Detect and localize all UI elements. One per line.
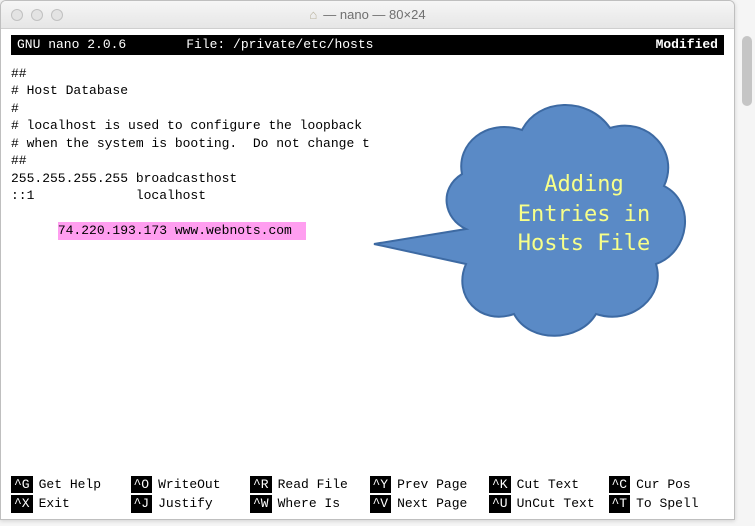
keycap: ^X bbox=[11, 495, 33, 513]
shortcut-label: Where Is bbox=[278, 495, 340, 513]
window-controls bbox=[11, 9, 63, 21]
nano-shortcut-bar: ^G Get Help ^O WriteOut ^R Read File ^Y Prev… bbox=[11, 474, 724, 513]
home-icon: ⌂ bbox=[309, 7, 317, 22]
keycap: ^T bbox=[609, 495, 631, 513]
file-line: ## bbox=[11, 152, 724, 170]
keycap: ^R bbox=[250, 476, 272, 494]
shortcut-label: Exit bbox=[39, 495, 70, 513]
file-line: ::1 localhost bbox=[11, 187, 724, 205]
keycap: ^C bbox=[609, 476, 631, 494]
keycap: ^O bbox=[131, 476, 153, 494]
shortcut-row: ^XExit ^JJustify ^WWhere Is ^VNext Page … bbox=[11, 495, 724, 513]
shortcut-label: Next Page bbox=[397, 495, 467, 513]
keycap: ^W bbox=[250, 495, 272, 513]
keycap: ^K bbox=[489, 476, 511, 494]
file-line: ## bbox=[11, 65, 724, 83]
file-line: # Host Database bbox=[11, 82, 724, 100]
shortcut-uncut-text[interactable]: ^U UnCut Text bbox=[489, 495, 605, 513]
file-line: # bbox=[11, 100, 724, 118]
terminal-window: ⌂ — nano — 80×24 GNU nano 2.0.6 File: /p… bbox=[0, 0, 735, 520]
nano-status: Modified bbox=[656, 36, 718, 54]
shortcut-prev-page[interactable]: ^Y Prev Page bbox=[370, 476, 486, 494]
shortcut-justify[interactable]: ^J Justify bbox=[131, 495, 247, 513]
shortcut-writeout[interactable]: ^O WriteOut bbox=[131, 476, 247, 494]
shortcut-label: Cur Pos bbox=[636, 476, 691, 494]
shortcut-to-spell[interactable]: ^T To Spell bbox=[609, 495, 725, 513]
highlighted-entry: 74.220.193.173 www.webnots.com bbox=[58, 222, 306, 240]
keycap: ^V bbox=[370, 495, 392, 513]
shortcut-cur-pos[interactable]: ^C Cur Pos bbox=[609, 476, 725, 494]
shortcut-read-file[interactable]: ^R Read File bbox=[250, 476, 366, 494]
window-title: ⌂ — nano — 80×24 bbox=[309, 7, 425, 22]
titlebar: ⌂ — nano — 80×24 bbox=[1, 1, 734, 29]
shortcut-label: Cut Text bbox=[517, 476, 579, 494]
minimize-icon[interactable] bbox=[31, 9, 43, 21]
shortcut-get-help[interactable]: ^G Get Help bbox=[11, 476, 127, 494]
shortcut-label: Justify bbox=[158, 495, 213, 513]
shortcut-label: To Spell bbox=[636, 495, 698, 513]
close-icon[interactable] bbox=[11, 9, 23, 21]
nano-version: GNU nano 2.0.6 bbox=[17, 36, 186, 54]
shortcut-exit[interactable]: ^X Exit bbox=[11, 495, 127, 513]
keycap: ^J bbox=[131, 495, 153, 513]
terminal-body[interactable]: GNU nano 2.0.6 File: /private/etc/hosts … bbox=[1, 29, 734, 519]
file-line: # localhost is used to configure the loo… bbox=[11, 117, 724, 135]
shortcut-where-is[interactable]: ^W Where Is bbox=[250, 495, 366, 513]
shortcut-label: WriteOut bbox=[158, 476, 220, 494]
shortcut-label: Prev Page bbox=[397, 476, 467, 494]
nano-header: GNU nano 2.0.6 File: /private/etc/hosts … bbox=[11, 35, 724, 55]
scrollbar-thumb[interactable] bbox=[742, 36, 752, 106]
keycap: ^U bbox=[489, 495, 511, 513]
keycap: ^G bbox=[11, 476, 33, 494]
shortcut-label: Read File bbox=[278, 476, 348, 494]
zoom-icon[interactable] bbox=[51, 9, 63, 21]
file-line: 255.255.255.255 broadcasthost bbox=[11, 170, 724, 188]
shortcut-next-page[interactable]: ^V Next Page bbox=[370, 495, 486, 513]
nano-file-label: File: /private/etc/hosts bbox=[186, 36, 655, 54]
shortcut-row: ^G Get Help ^O WriteOut ^R Read File ^Y Prev… bbox=[11, 476, 724, 494]
window-title-text: — nano — 80×24 bbox=[323, 7, 425, 22]
shortcut-label: UnCut Text bbox=[517, 495, 595, 513]
keycap: ^Y bbox=[370, 476, 392, 494]
shortcut-cut-text[interactable]: ^K Cut Text bbox=[489, 476, 605, 494]
shortcut-label: Get Help bbox=[39, 476, 101, 494]
file-line: # when the system is booting. Do not cha… bbox=[11, 135, 724, 153]
file-line-highlight: 74.220.193.173 www.webnots.com bbox=[11, 205, 724, 258]
